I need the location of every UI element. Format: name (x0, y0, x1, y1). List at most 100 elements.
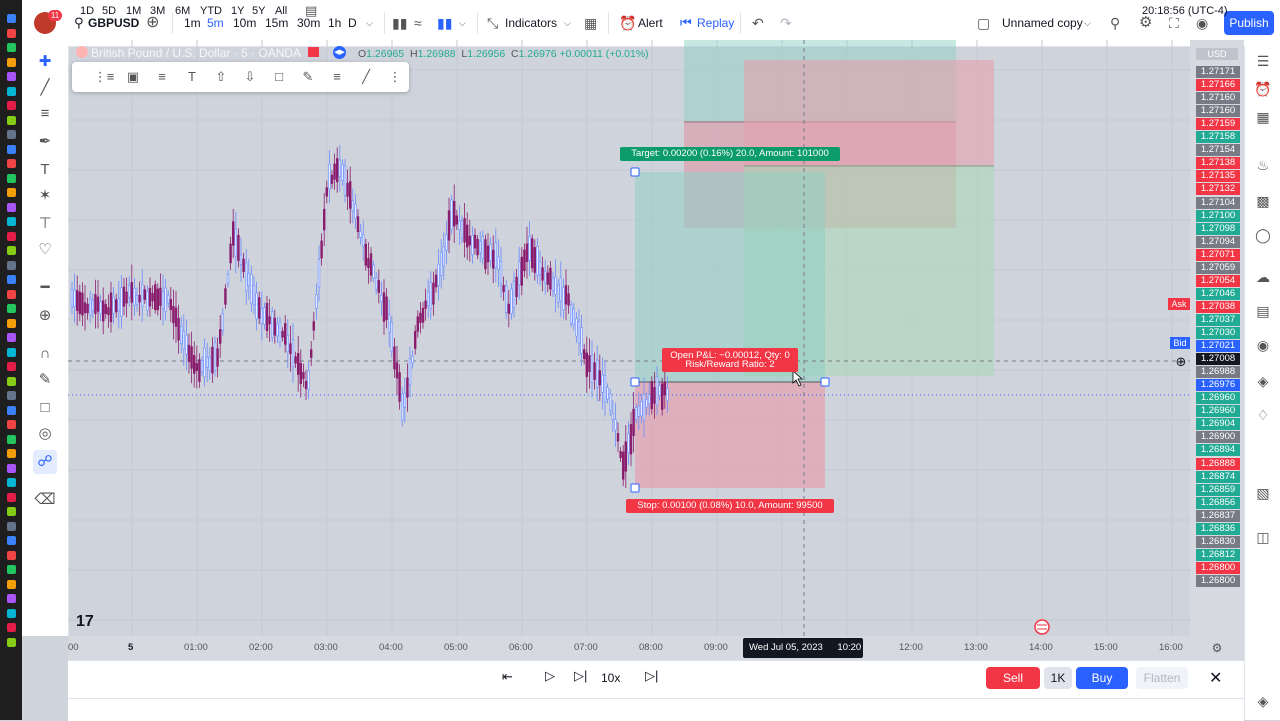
forward-icon[interactable]: ▷| (574, 668, 587, 684)
data-window-icon[interactable]: ▦ (1252, 106, 1274, 128)
range-1y[interactable]: 1Y (231, 0, 244, 22)
dock-app-icon[interactable] (7, 623, 16, 632)
heart-icon[interactable]: ♡ (33, 238, 57, 262)
width-handle[interactable] (820, 377, 830, 387)
flatten-button[interactable]: Flatten (1136, 667, 1188, 689)
settings-lines-icon[interactable]: ≡ (151, 66, 173, 88)
dock-app-icon[interactable] (7, 246, 16, 255)
dock-app-icon[interactable] (7, 173, 16, 183)
alarm-icon[interactable]: ⏰ (1252, 78, 1274, 100)
dock-app-icon[interactable] (7, 376, 16, 386)
dock-app-icon[interactable] (7, 333, 16, 342)
quantity-field[interactable]: 1K (1044, 667, 1072, 689)
eye-icon[interactable]: ◎ (33, 422, 57, 446)
more-icon[interactable]: ⋮ (384, 66, 406, 88)
calendar-icon[interactable]: ▩ (1252, 190, 1274, 212)
range-5y[interactable]: 5Y (252, 0, 265, 22)
dock-app-icon[interactable] (7, 536, 16, 545)
sell-button[interactable]: Sell (986, 667, 1040, 689)
dock-app-icon[interactable] (7, 57, 16, 67)
hotlists-icon[interactable]: ♨ (1252, 154, 1274, 176)
range-ytd[interactable]: YTD (200, 0, 222, 22)
notes-icon[interactable]: ▤ (1252, 300, 1274, 322)
dock-app-icon[interactable] (7, 449, 16, 458)
dock-app-icon[interactable] (7, 14, 16, 23)
range-6m[interactable]: 6M (175, 0, 190, 22)
target-label[interactable]: Target: 0.00200 (0.16%) 20.0, Amount: 10… (620, 147, 840, 161)
drag-handle-icon[interactable]: ⋮≡ (93, 66, 115, 88)
dock-app-icon[interactable] (7, 594, 16, 603)
dock-app-icon[interactable] (7, 43, 16, 52)
zoom-in-icon[interactable]: ⊕ (33, 304, 57, 328)
forecast-icon[interactable]: ⊤ (33, 212, 57, 236)
play-icon[interactable]: ▷ (545, 668, 555, 684)
pnl-label[interactable]: Open P&L: −0.00012, Qty: 0 Risk/Reward R… (662, 348, 798, 372)
dock-app-icon[interactable] (7, 420, 16, 429)
dock-app-icon[interactable] (7, 637, 16, 647)
axis-settings-icon[interactable]: ⚙ (1210, 641, 1224, 655)
signals-icon[interactable]: ◉ (1252, 334, 1274, 356)
dock-app-icon[interactable] (7, 275, 16, 284)
dock-app-icon[interactable] (7, 318, 16, 328)
dock-app-icon[interactable] (7, 217, 16, 226)
range-1d[interactable]: 1D (80, 0, 94, 22)
replay-indicator-icon[interactable]: ◀▶ (333, 46, 346, 59)
magnet-icon[interactable]: ∩ (33, 342, 57, 366)
dock-app-icon[interactable] (7, 492, 16, 502)
dock-app-icon[interactable] (7, 130, 16, 139)
jump-to-realtime-icon[interactable]: ▷| (645, 668, 658, 684)
dock-app-icon[interactable] (7, 188, 16, 197)
dock-app-icon[interactable] (7, 289, 16, 299)
dock-app-icon[interactable] (7, 304, 16, 313)
range-5d[interactable]: 5D (102, 0, 116, 22)
chat-icon[interactable]: ☁ (1252, 266, 1274, 288)
lines-icon[interactable]: ≡ (326, 66, 348, 88)
dock-app-icon[interactable] (7, 391, 16, 400)
date-range-icon[interactable]: ▤ (305, 0, 317, 22)
dock-app-icon[interactable] (7, 565, 16, 574)
select-bar-icon[interactable]: ⇤ (502, 669, 513, 685)
replay-speed[interactable]: 10x (601, 671, 620, 685)
order-panel-icon[interactable]: ◫ (1252, 526, 1274, 548)
dock-app-icon[interactable] (7, 144, 16, 154)
trash-icon[interactable]: ⌫ (33, 488, 57, 512)
dock-app-icon[interactable] (7, 362, 16, 371)
stop-handle[interactable] (630, 483, 640, 493)
dock-app-icon[interactable] (7, 579, 16, 589)
arrow-up-icon[interactable]: ⇧ (210, 66, 232, 88)
template-icon[interactable]: ▣ (122, 66, 144, 88)
ruler-icon[interactable]: ━ (33, 276, 57, 300)
entry-handle[interactable] (630, 377, 640, 387)
dock-app-icon[interactable] (7, 463, 16, 473)
dock-app-icon[interactable] (7, 434, 16, 444)
dock-app-icon[interactable] (7, 159, 16, 168)
economic-event-icon[interactable] (1034, 619, 1050, 635)
dom-icon[interactable]: ▧ (1252, 482, 1274, 504)
dock-app-icon[interactable] (7, 478, 16, 487)
pencil-lock-icon[interactable]: ✎ (33, 368, 57, 392)
range-1m[interactable]: 1M (126, 0, 141, 22)
add-price-line-icon[interactable]: ⊕ (1174, 355, 1188, 369)
bookmark-flag-icon[interactable] (308, 47, 319, 57)
ideas-icon[interactable]: ◯ (1252, 224, 1274, 246)
dock-app-icon[interactable] (7, 608, 16, 618)
dock-app-icon[interactable] (7, 521, 16, 531)
trend-line-icon[interactable]: ╱ (33, 76, 57, 100)
dock-app-icon[interactable] (7, 347, 16, 357)
brush-icon[interactable]: ✒ (33, 130, 57, 154)
crosshair-icon[interactable]: ✚ (33, 50, 57, 74)
text-icon[interactable]: T (181, 66, 203, 88)
stop-label[interactable]: Stop: 0.00100 (0.08%) 10.0, Amount: 9950… (626, 499, 834, 513)
dock-app-icon[interactable] (7, 405, 16, 415)
ray-icon[interactable]: ╱ (355, 66, 377, 88)
dock-app-icon[interactable] (7, 86, 16, 96)
legend-title[interactable]: British Pound / U.S. Dollar · 5 · OANDA (91, 46, 301, 60)
dock-app-icon[interactable] (7, 202, 16, 212)
dock-app-icon[interactable] (7, 507, 16, 516)
close-icon[interactable]: ✕ (1209, 668, 1222, 688)
lock-icon[interactable]: □ (33, 396, 57, 420)
range-all[interactable]: All (275, 0, 287, 22)
horizontal-lines-icon[interactable]: ≡ (33, 102, 57, 126)
price-chart[interactable]: 17 (68, 40, 1190, 636)
dock-app-icon[interactable] (7, 28, 16, 38)
